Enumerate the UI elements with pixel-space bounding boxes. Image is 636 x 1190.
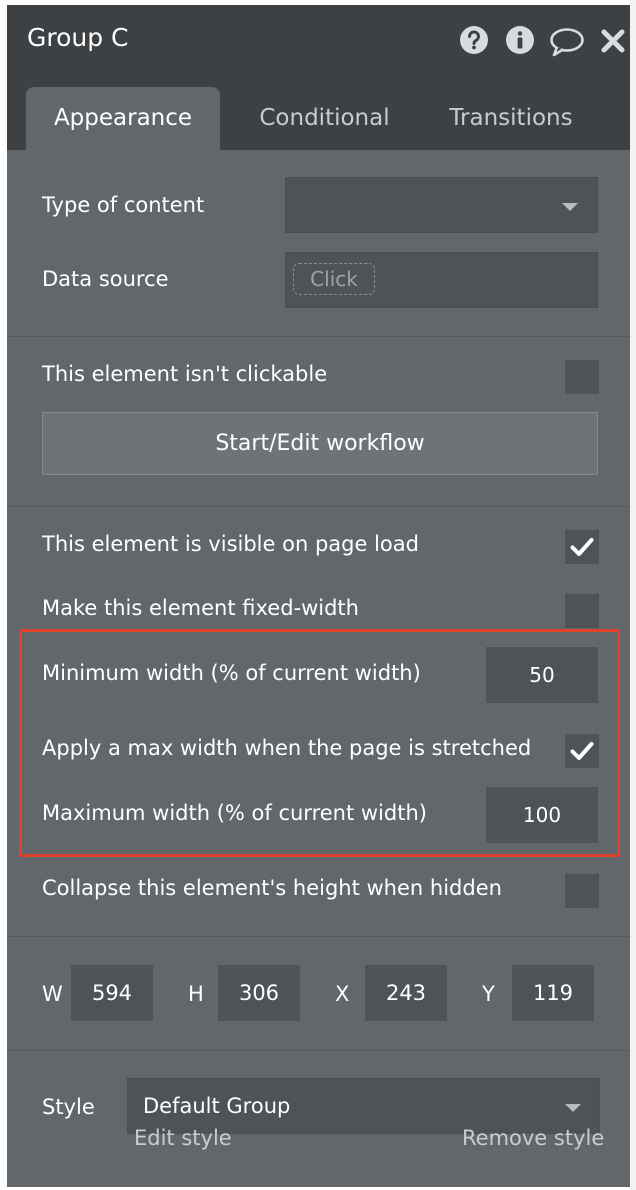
section-divider: [7, 1050, 630, 1051]
data-source-label: Data source: [42, 267, 169, 291]
type-of-content-dropdown[interactable]: [285, 177, 598, 233]
panel-header: Group C: [7, 5, 630, 73]
property-editor-panel: Group C Appearance Conditional Transitio…: [7, 5, 630, 1187]
edit-style-link[interactable]: Edit style: [134, 1126, 232, 1150]
y-input[interactable]: 119: [512, 965, 594, 1021]
not-clickable-label: This element isn't clickable: [42, 362, 328, 386]
height-label: H: [188, 982, 204, 1006]
height-input[interactable]: 306: [218, 965, 300, 1021]
tab-conditional[interactable]: Conditional: [232, 87, 417, 150]
data-source-placeholder[interactable]: Click: [293, 263, 375, 295]
style-value: Default Group: [143, 1094, 291, 1118]
page-scrollbar[interactable]: [630, 0, 636, 1190]
visible-on-load-label: This element is visible on page load: [42, 532, 419, 556]
width-label: W: [42, 982, 63, 1006]
type-of-content-label: Type of content: [42, 193, 205, 217]
fixed-width-label: Make this element fixed-width: [42, 596, 359, 620]
width-input[interactable]: 594: [71, 965, 153, 1021]
element-title: Group C: [27, 23, 129, 52]
section-divider: [7, 336, 630, 337]
section-divider: [7, 936, 630, 937]
start-edit-workflow-button[interactable]: Start/Edit workflow: [42, 412, 598, 475]
data-source-input[interactable]: Click: [285, 252, 598, 308]
not-clickable-checkbox[interactable]: [565, 360, 599, 394]
x-label: X: [335, 982, 350, 1006]
close-icon[interactable]: [600, 28, 626, 58]
y-label: Y: [482, 982, 495, 1006]
checkmark-icon: [570, 538, 594, 556]
speech-bubble-icon[interactable]: [549, 27, 585, 61]
info-circle-icon[interactable]: [505, 25, 535, 59]
collapse-height-checkbox[interactable]: [565, 874, 599, 908]
x-input[interactable]: 243: [365, 965, 447, 1021]
style-label: Style: [42, 1095, 95, 1119]
section-divider: [7, 506, 630, 507]
tab-appearance[interactable]: Appearance: [26, 87, 220, 150]
tab-bar: Appearance Conditional Transitions: [7, 73, 630, 150]
remove-style-link[interactable]: Remove style: [462, 1126, 604, 1150]
question-circle-icon[interactable]: [459, 25, 489, 59]
tab-transitions[interactable]: Transitions: [427, 87, 595, 150]
fixed-width-checkbox[interactable]: [565, 594, 599, 628]
collapse-height-label: Collapse this element's height when hidd…: [42, 876, 502, 900]
highlight-annotation-box: [19, 629, 620, 857]
visible-on-load-checkbox[interactable]: [565, 530, 599, 564]
chevron-down-icon: [562, 203, 578, 211]
chevron-down-icon: [565, 1104, 581, 1112]
